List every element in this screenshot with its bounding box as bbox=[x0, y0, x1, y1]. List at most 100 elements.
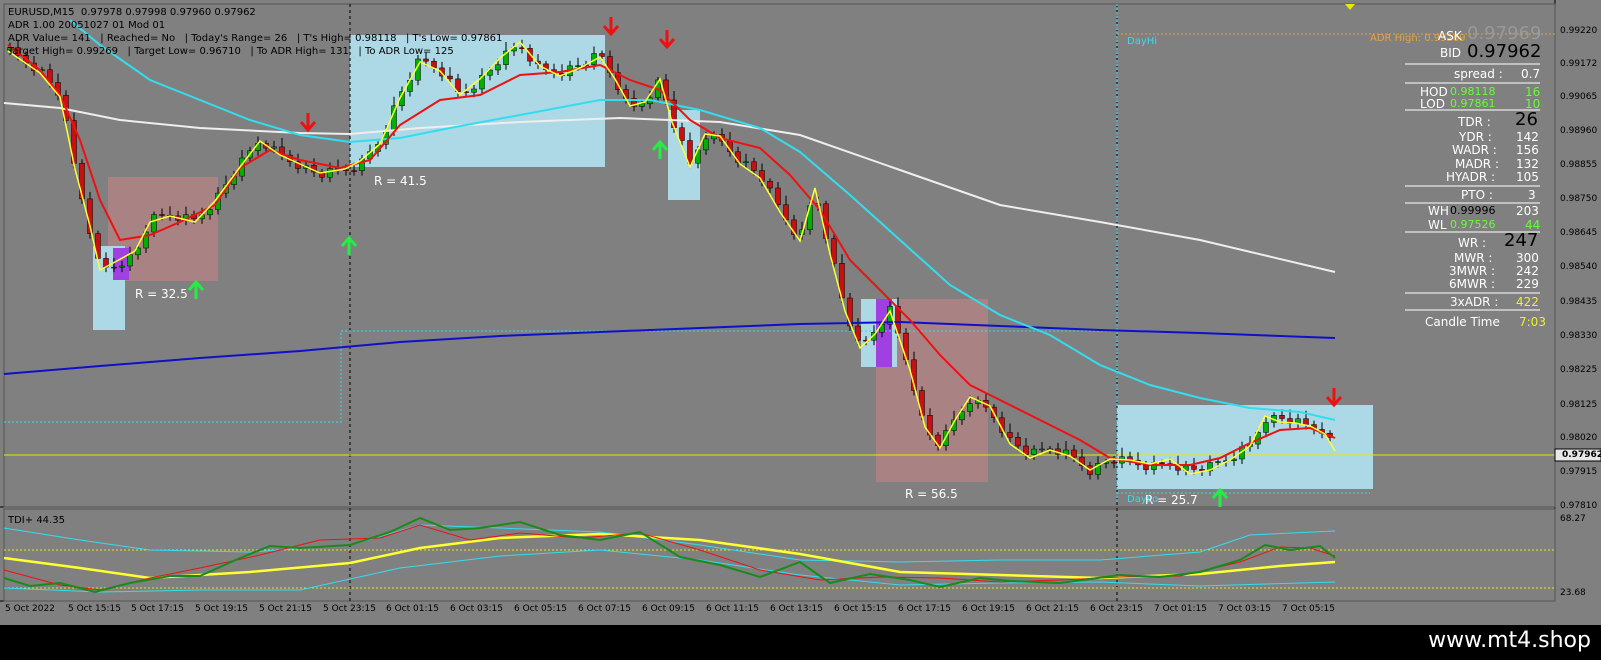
indicator-name: TDI+ 44.35 bbox=[8, 515, 65, 526]
3mwr-value: 242 bbox=[1516, 264, 1539, 278]
hyadr-label: HYADR : bbox=[1446, 170, 1496, 184]
tdr-value: 26 bbox=[1515, 109, 1538, 130]
ydr-value: 142 bbox=[1516, 130, 1539, 144]
price-tick: 0.98645 bbox=[1560, 228, 1598, 238]
candle-body bbox=[703, 138, 709, 151]
candle-body bbox=[687, 140, 693, 164]
chart-window[interactable]: EURUSD,M15 0.97978 0.97998 0.97960 0.979… bbox=[0, 0, 1601, 625]
time-tick: 5 Oct 17:15 bbox=[131, 604, 184, 614]
sell-arrow-icon bbox=[1325, 388, 1343, 408]
time-tick: 7 Oct 01:15 bbox=[1154, 604, 1207, 614]
price-tick: 0.98435 bbox=[1560, 297, 1598, 307]
bid-value: 0.97962 bbox=[1467, 41, 1542, 62]
price-tick: 0.97810 bbox=[1560, 501, 1598, 511]
price-tick: 0.98125 bbox=[1560, 400, 1598, 410]
candle-body bbox=[1111, 461, 1117, 464]
range-box bbox=[1117, 405, 1373, 489]
ma-cyan-line bbox=[69, 19, 1336, 421]
candle-body bbox=[271, 146, 277, 149]
candle-body bbox=[471, 88, 477, 93]
tdi-min-label: 23.68 bbox=[1560, 588, 1586, 598]
pto-value: 3 bbox=[1528, 188, 1536, 202]
candle-body bbox=[775, 187, 781, 205]
candle-body bbox=[831, 238, 837, 264]
pto-label: PTO : bbox=[1461, 188, 1493, 202]
tdr-label: TDR : bbox=[1458, 115, 1491, 129]
sell-arrow-icon bbox=[299, 113, 317, 133]
lod-label: LOD bbox=[1420, 97, 1445, 111]
wl-price: 0.97526 bbox=[1450, 218, 1496, 231]
candle-body bbox=[903, 332, 909, 361]
time-tick: 5 Oct 15:15 bbox=[68, 604, 121, 614]
indicator-frame bbox=[3, 508, 1556, 602]
candle-body bbox=[495, 64, 501, 71]
wh-label: WH bbox=[1428, 204, 1449, 218]
candle-body bbox=[751, 161, 757, 171]
lod-price: 0.97861 bbox=[1450, 97, 1496, 110]
range-label: R = 32.5 bbox=[135, 287, 188, 301]
price-tick: 0.98225 bbox=[1560, 365, 1598, 375]
bid-label: BID bbox=[1440, 46, 1462, 60]
wh-price: 0.99996 bbox=[1450, 204, 1496, 217]
candle-body bbox=[351, 170, 357, 172]
price-tick: 0.99065 bbox=[1560, 92, 1598, 102]
sell-arrow-icon bbox=[602, 17, 620, 37]
candle-body bbox=[327, 168, 333, 178]
madr-value: 132 bbox=[1516, 157, 1539, 171]
adr-targets: Target High= 0.99269 | Target Low= 0.967… bbox=[8, 46, 454, 57]
adr-stats: ADR Value= 141 | Reached= No | Today's R… bbox=[8, 33, 503, 44]
candle-body bbox=[1263, 422, 1269, 433]
time-tick: 7 Oct 05:15 bbox=[1282, 604, 1335, 614]
candle-body bbox=[1007, 432, 1013, 438]
buy-arrow-icon bbox=[187, 279, 205, 299]
3xadr-value: 422 bbox=[1516, 295, 1539, 309]
time-tick: 6 Oct 07:15 bbox=[578, 604, 631, 614]
buy-arrow-icon bbox=[651, 139, 669, 159]
time-tick: 6 Oct 11:15 bbox=[706, 604, 759, 614]
time-tick: 6 Oct 17:15 bbox=[898, 604, 951, 614]
candle-body bbox=[639, 103, 645, 107]
symbol-header: EURUSD,M15 0.97978 0.97998 0.97960 0.979… bbox=[8, 7, 256, 18]
buy-arrow-icon bbox=[1211, 487, 1229, 507]
adr-header: ADR 1.00 20051027 01 Mod 01 bbox=[8, 20, 166, 31]
time-tick: 5 Oct 21:15 bbox=[259, 604, 312, 614]
candle-body bbox=[519, 47, 525, 49]
candle-time-label: Candle Time bbox=[1425, 315, 1500, 329]
time-tick: 5 Oct 2022 bbox=[5, 604, 55, 614]
candle-body bbox=[127, 254, 133, 267]
watermark: www.mt4.shop bbox=[1428, 628, 1591, 653]
candle-body bbox=[1303, 418, 1309, 425]
spread-label: spread : bbox=[1454, 67, 1503, 81]
price-tick: 0.98960 bbox=[1560, 126, 1598, 136]
candle-body bbox=[1031, 448, 1037, 455]
candle-body bbox=[159, 214, 165, 216]
candle-time-value: 7:03 bbox=[1519, 315, 1546, 329]
time-tick: 7 Oct 03:15 bbox=[1218, 604, 1271, 614]
price-tick: 0.98330 bbox=[1560, 331, 1598, 341]
candle-body bbox=[767, 180, 773, 189]
6mwr-label: 6MWR : bbox=[1449, 277, 1496, 291]
top-marker-icon bbox=[1345, 4, 1355, 10]
madr-label: MADR : bbox=[1455, 157, 1499, 171]
ydr-label: YDR : bbox=[1459, 130, 1492, 144]
wadr-label: WADR : bbox=[1452, 143, 1497, 157]
tdi-rsi-line bbox=[3, 516, 1336, 594]
6mwr-value: 229 bbox=[1516, 277, 1539, 291]
spread-value: 0.7 bbox=[1521, 67, 1541, 81]
time-tick: 6 Oct 09:15 bbox=[642, 604, 695, 614]
price-tick: 0.97915 bbox=[1560, 467, 1598, 477]
time-tick: 5 Oct 19:15 bbox=[195, 604, 248, 614]
time-tick: 6 Oct 05:15 bbox=[514, 604, 567, 614]
time-tick: 6 Oct 13:15 bbox=[770, 604, 823, 614]
ask-label: ASK bbox=[1438, 29, 1462, 43]
candle-body bbox=[151, 214, 157, 233]
candle-body bbox=[1191, 465, 1197, 470]
tdi-max-label: 68.27 bbox=[1560, 514, 1586, 524]
chart-canvas[interactable] bbox=[0, 0, 1601, 625]
wadr-value: 156 bbox=[1516, 143, 1539, 157]
3mwr-label: 3MWR : bbox=[1449, 264, 1496, 278]
price-tick: 0.98540 bbox=[1560, 262, 1598, 272]
time-tick: 6 Oct 03:15 bbox=[450, 604, 503, 614]
buy-arrow-icon bbox=[340, 235, 358, 255]
candle-body bbox=[1015, 437, 1021, 447]
